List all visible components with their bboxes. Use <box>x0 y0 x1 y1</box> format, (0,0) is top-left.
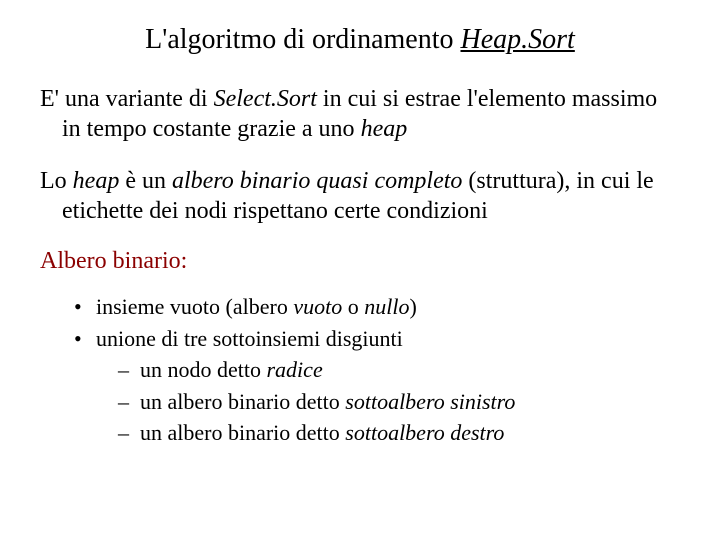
bul1-a: insieme vuoto (albero <box>96 294 293 319</box>
sub2-sinistro: sottoalbero sinistro <box>345 389 515 414</box>
p2-abqc: albero binario quasi completo <box>172 168 462 194</box>
bullet-unione: unione di tre sottoinsiemi disgiunti <box>74 325 680 353</box>
bul1-vuoto: vuoto <box>293 294 342 319</box>
sub3-destro: sottoalbero destro <box>345 420 504 445</box>
bul1-c: o <box>342 294 364 319</box>
bul1-e: ) <box>409 294 416 319</box>
p1-a: E' una variante di <box>40 86 214 112</box>
sub1-a: un nodo detto <box>140 357 267 382</box>
sub3-a: un albero binario detto <box>140 420 345 445</box>
sub1-radice: radice <box>267 357 323 382</box>
sub-bullet-radice: un nodo detto radice <box>118 356 680 384</box>
title-heapsort: Heap.Sort <box>461 24 575 55</box>
bullet-insieme-vuoto: insieme vuoto (albero vuoto o nullo) <box>74 293 680 321</box>
sub2-a: un albero binario detto <box>140 389 345 414</box>
slide: L'algoritmo di ordinamento Heap.Sort E' … <box>0 0 720 540</box>
p1-heap: heap <box>361 116 408 142</box>
heading-albero-binario: Albero binario: <box>40 248 680 275</box>
slide-title: L'algoritmo di ordinamento Heap.Sort <box>40 24 680 56</box>
p2-heap: heap <box>73 168 120 194</box>
p2-a: Lo <box>40 168 73 194</box>
paragraph-2: Lo heap è un albero binario quasi comple… <box>40 166 680 226</box>
p1-selectsort: Select.Sort <box>214 86 317 112</box>
sub-bullet-sinistro: un albero binario detto sottoalbero sini… <box>118 388 680 416</box>
p2-c: è un <box>119 168 172 194</box>
bullet-list: insieme vuoto (albero vuoto o nullo) uni… <box>74 293 680 447</box>
paragraph-1: E' una variante di Select.Sort in cui si… <box>40 84 680 144</box>
title-pre: L'algoritmo di ordinamento <box>145 24 460 55</box>
bul1-nullo: nullo <box>364 294 409 319</box>
sub-bullet-destro: un albero binario detto sottoalbero dest… <box>118 419 680 447</box>
